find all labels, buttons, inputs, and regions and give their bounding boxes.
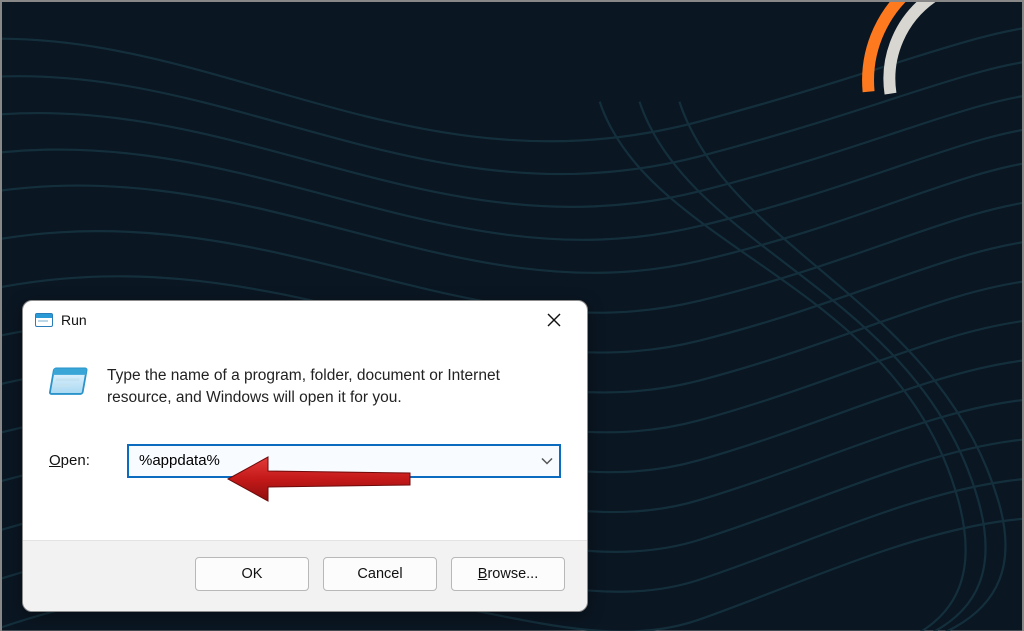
- dialog-description: Type the name of a program, folder, docu…: [107, 365, 561, 410]
- titlebar: Run: [23, 301, 587, 339]
- close-icon: [547, 313, 561, 327]
- button-row: OK Cancel Browse...: [23, 540, 587, 611]
- open-combobox[interactable]: [127, 444, 561, 478]
- dialog-title: Run: [61, 312, 531, 328]
- run-body-icon: [49, 365, 89, 401]
- open-input[interactable]: [127, 444, 561, 478]
- cancel-button[interactable]: Cancel: [323, 557, 437, 591]
- close-button[interactable]: [531, 305, 577, 335]
- run-dialog: Run: [22, 300, 588, 612]
- run-titlebar-icon: [35, 313, 53, 327]
- open-label: Open:: [49, 452, 111, 469]
- dialog-body: Type the name of a program, folder, docu…: [23, 339, 587, 540]
- browse-button[interactable]: Browse...: [451, 557, 565, 591]
- ok-button[interactable]: OK: [195, 557, 309, 591]
